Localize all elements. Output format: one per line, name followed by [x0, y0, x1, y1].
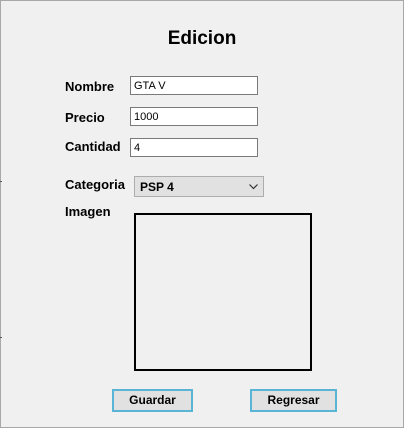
nombre-label: Nombre	[65, 79, 115, 94]
categoria-select[interactable]: PSP 4	[134, 176, 264, 197]
precio-input[interactable]	[130, 107, 258, 126]
nombre-input[interactable]	[130, 76, 258, 95]
form-title: Edicion	[167, 28, 237, 49]
regresar-button[interactable]: Regresar	[250, 389, 337, 412]
image-preview[interactable]	[134, 213, 312, 371]
cantidad-input[interactable]	[130, 138, 258, 157]
edge-marker	[0, 181, 2, 182]
categoria-label: Categoria	[65, 177, 125, 192]
precio-label: Precio	[65, 110, 105, 125]
imagen-label: Imagen	[65, 204, 111, 219]
cantidad-label: Cantidad	[65, 139, 121, 154]
edge-marker	[0, 337, 2, 338]
chevron-down-icon	[249, 184, 258, 190]
categoria-selected-value: PSP 4	[140, 180, 174, 194]
guardar-button[interactable]: Guardar	[112, 389, 193, 412]
